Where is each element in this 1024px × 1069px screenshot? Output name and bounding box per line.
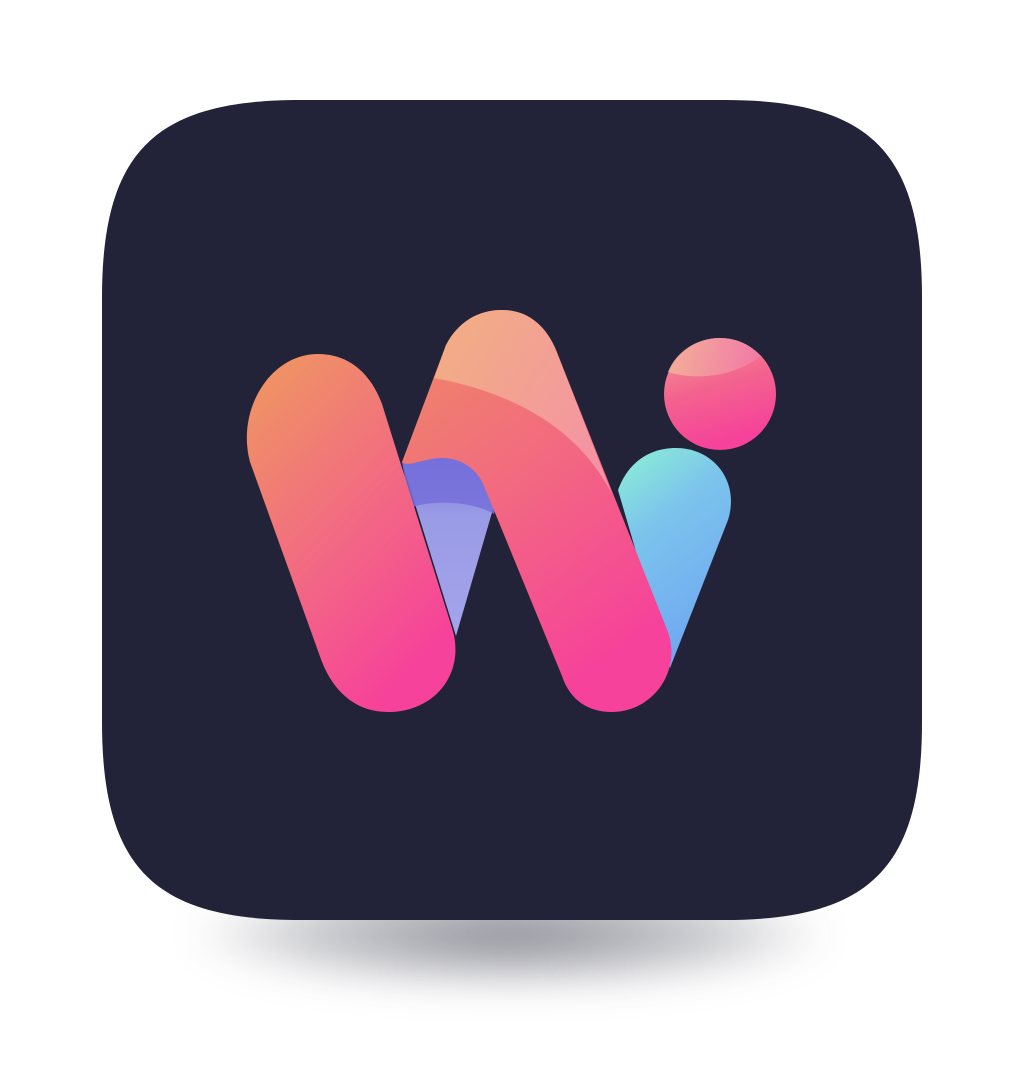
app-icon[interactable]	[0, 0, 1024, 1069]
icon-stage	[0, 0, 1024, 1069]
